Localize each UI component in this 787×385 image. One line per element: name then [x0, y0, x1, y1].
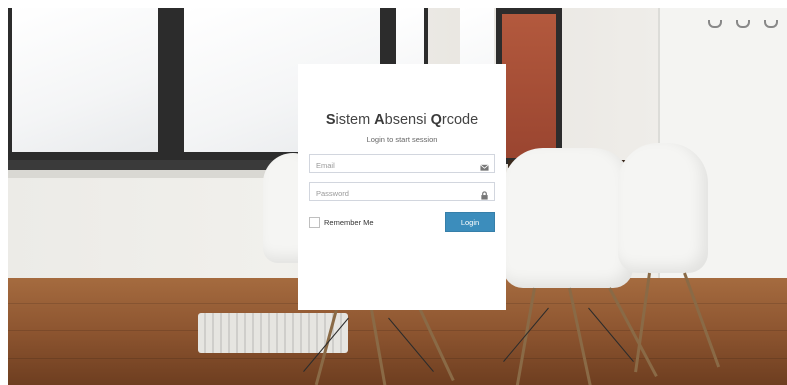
password-input[interactable]	[310, 185, 494, 202]
title-text: bsensi	[384, 112, 431, 128]
window-pane	[12, 8, 158, 152]
remember-me-checkbox[interactable]	[309, 216, 320, 228]
title-text: rcode	[441, 112, 479, 128]
login-box: Sistem Absensi Qrcode Login to start ses…	[298, 64, 506, 310]
chair	[618, 143, 708, 273]
email-field-group	[309, 154, 495, 174]
remember-me-label: Remember Me	[324, 217, 374, 227]
window-mullion	[158, 8, 184, 164]
email-input[interactable]	[310, 157, 494, 174]
title-initial: A	[374, 112, 385, 128]
title-initial: S	[325, 112, 336, 128]
remember-me[interactable]: Remember Me	[309, 216, 374, 228]
lock-icon	[480, 187, 489, 200]
password-field-group	[309, 182, 495, 202]
envelope-icon	[480, 159, 489, 171]
login-subtitle: Login to start session	[366, 135, 438, 144]
login-button[interactable]: Login	[445, 212, 495, 232]
login-title: Sistem Absensi Qrcode	[309, 111, 495, 129]
title-text: istem	[335, 112, 375, 128]
login-actions-row: Remember Me Login	[309, 212, 495, 232]
title-initial: Q	[430, 112, 442, 128]
floor-line	[8, 358, 787, 359]
chair	[503, 148, 633, 288]
